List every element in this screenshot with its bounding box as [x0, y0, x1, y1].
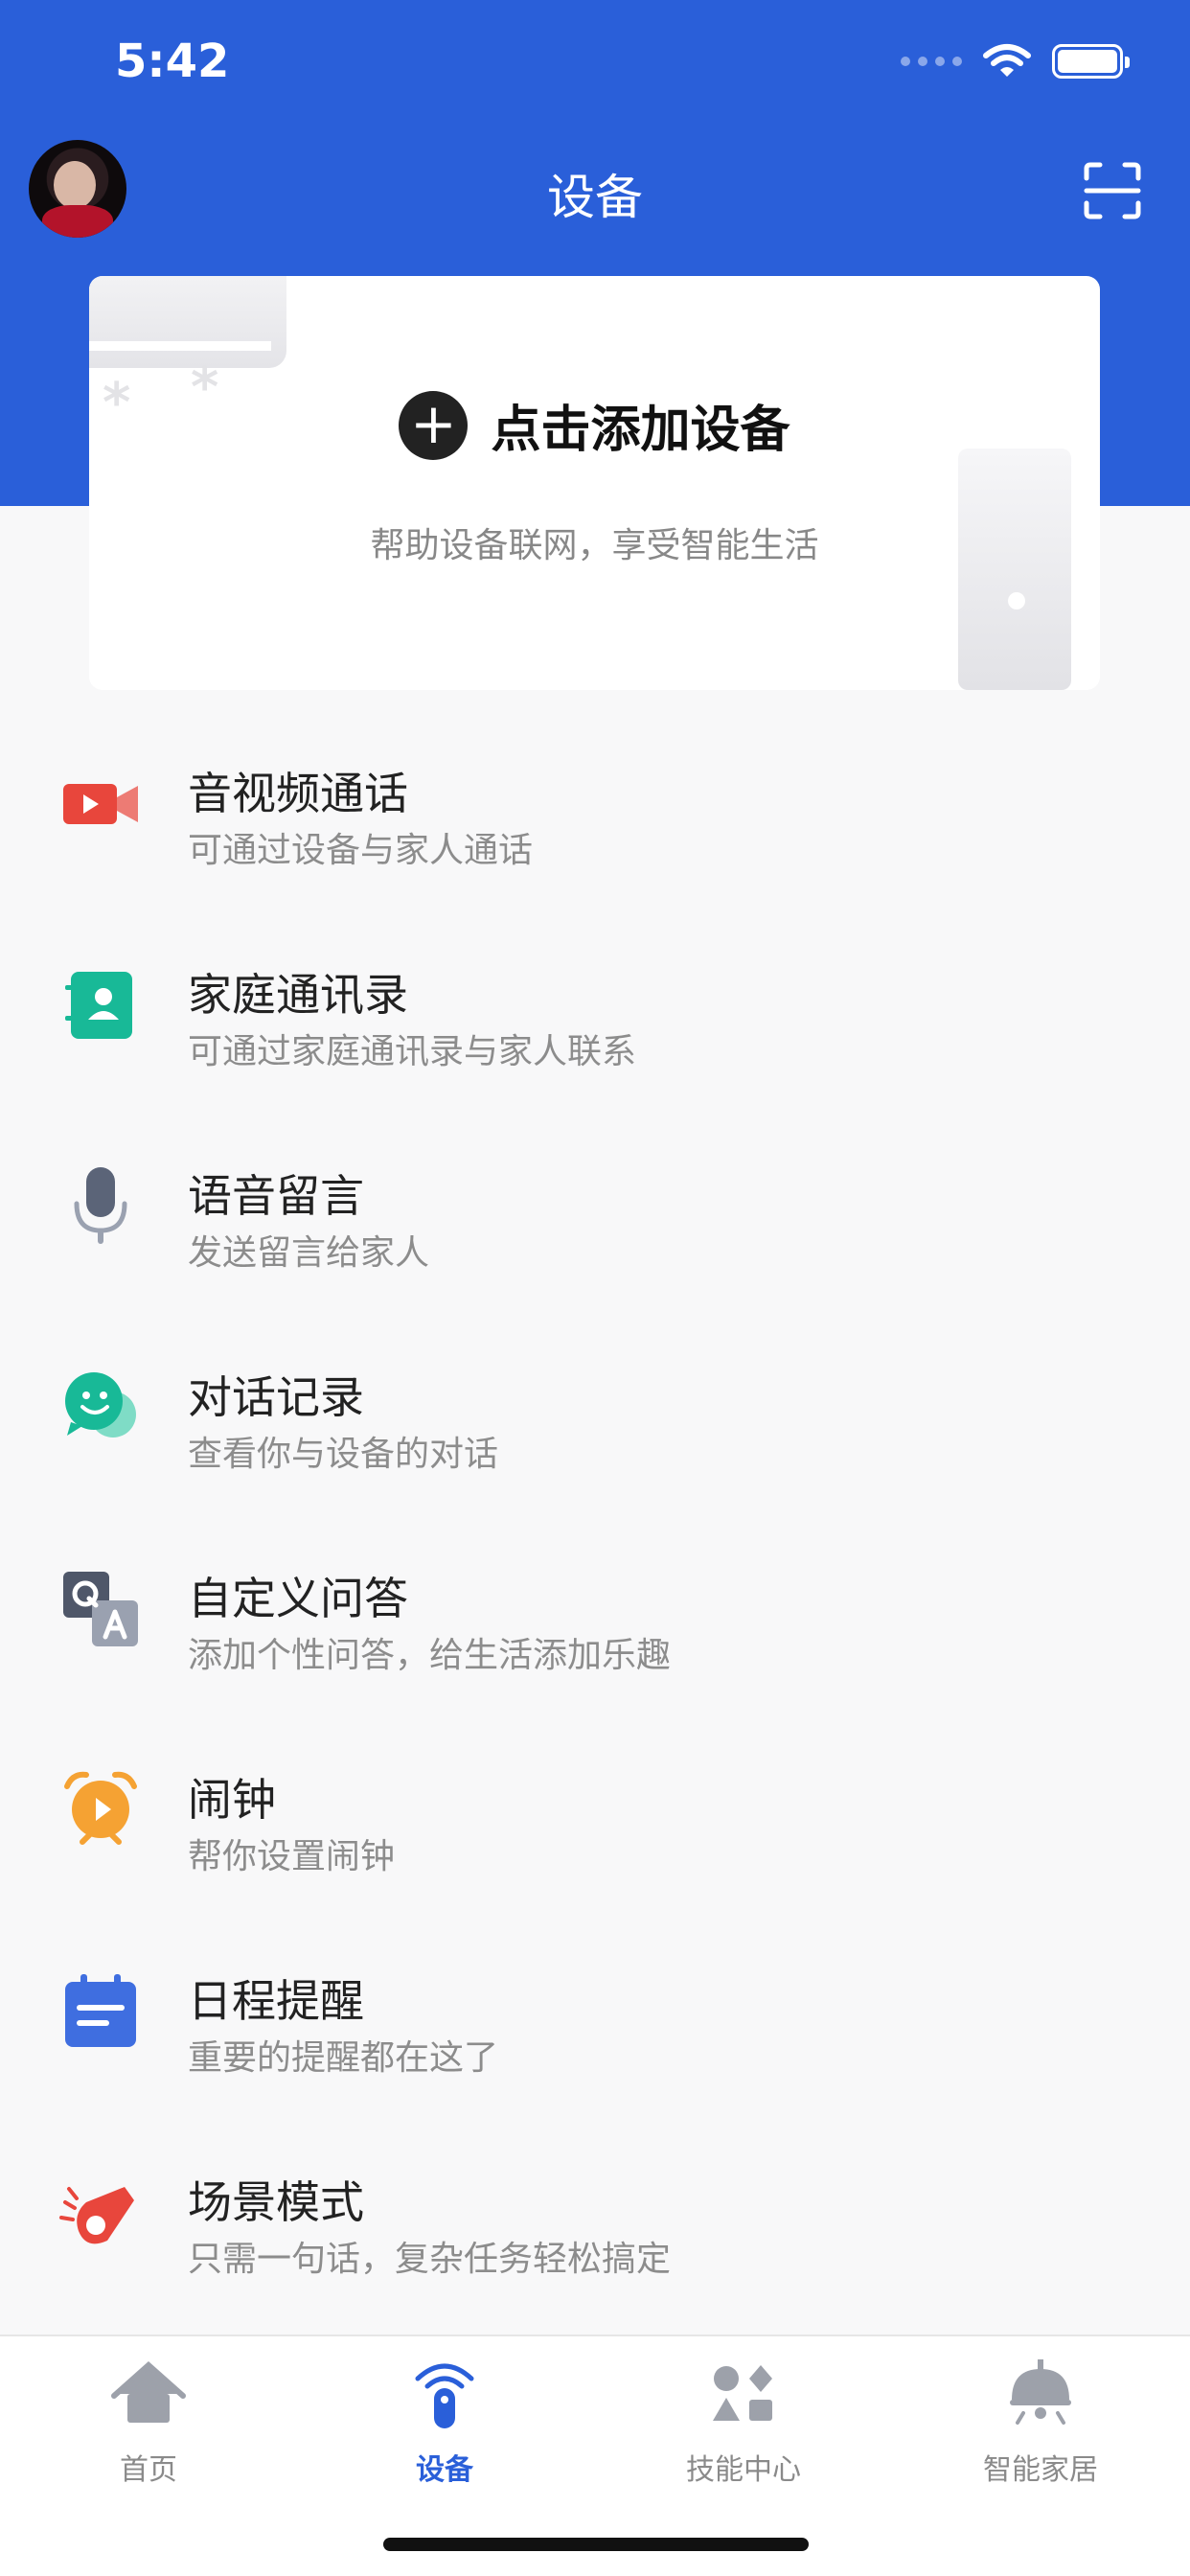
tab-home[interactable]: 首页	[53, 2356, 244, 2488]
status-time: 5:42	[115, 34, 230, 88]
scan-icon[interactable]	[1083, 161, 1142, 220]
tab-label: 设备	[416, 2453, 473, 2487]
signal-icon	[901, 57, 962, 66]
feature-list: 音视频通话 可通过设备与家人通话 家庭通讯录 可通过家庭通讯录与家人联系 语音留…	[0, 711, 1190, 2321]
video-call-icon	[63, 784, 138, 824]
menu-item-title: 场景模式	[188, 2176, 364, 2228]
menu-item-title: 家庭通讯录	[188, 969, 408, 1021]
menu-item-alarm[interactable]: 闹钟 帮你设置闹钟	[0, 1717, 1190, 1919]
wifi-icon	[983, 44, 1031, 77]
menu-item-schedule[interactable]: 日程提醒 重要的提醒都在这了	[0, 1919, 1190, 2120]
menu-item-subtitle: 帮你设置闹钟	[188, 1837, 396, 1876]
battery-icon	[1052, 44, 1130, 79]
chat-icon	[65, 1372, 136, 1438]
tab-label: 智能家居	[983, 2453, 1098, 2487]
scene-icon	[59, 2187, 134, 2244]
home-icon	[111, 2360, 186, 2423]
status-indicators	[901, 42, 1130, 80]
home-indicator	[383, 2538, 809, 2551]
contacts-icon	[65, 972, 132, 1039]
menu-item-subtitle: 重要的提醒都在这了	[188, 2038, 499, 2078]
menu-item-title: 对话记录	[188, 1371, 364, 1423]
menu-item-subtitle: 发送留言给家人	[188, 1233, 430, 1273]
menu-item-voice-message[interactable]: 语音留言 发送留言给家人	[0, 1114, 1190, 1315]
menu-item-custom-qa[interactable]: 自定义问答 添加个性问答，给生活添加乐趣	[0, 1516, 1190, 1717]
menu-item-subtitle: 可通过设备与家人通话	[188, 831, 534, 870]
tab-device[interactable]: 设备	[349, 2356, 540, 2488]
tab-skills[interactable]: 技能中心	[648, 2356, 839, 2488]
menu-item-title: 语音留言	[188, 1170, 364, 1222]
menu-item-contacts[interactable]: 家庭通讯录 可通过家庭通讯录与家人联系	[0, 912, 1190, 1114]
add-device-button[interactable]: + 点击添加设备	[89, 389, 1100, 461]
tab-label: 首页	[120, 2453, 177, 2487]
calendar-icon	[65, 1974, 136, 2047]
tab-smart-home[interactable]: 智能家居	[945, 2356, 1136, 2488]
qa-icon	[63, 1572, 138, 1646]
smart-home-icon	[1010, 2359, 1071, 2425]
page-title: 设备	[547, 170, 643, 225]
menu-item-subtitle: 只需一句话，复杂任务轻松搞定	[188, 2240, 672, 2279]
menu-item-title: 音视频通话	[188, 768, 408, 819]
menu-item-chat-history[interactable]: 对话记录 查看你与设备的对话	[0, 1315, 1190, 1516]
menu-item-subtitle: 添加个性问答，给生活添加乐趣	[188, 1636, 672, 1675]
menu-item-subtitle: 查看你与设备的对话	[188, 1435, 499, 1474]
device-icon	[415, 2363, 474, 2428]
menu-item-video-call[interactable]: 音视频通话 可通过设备与家人通话	[0, 711, 1190, 912]
fridge-illustration	[958, 448, 1071, 690]
plus-icon: +	[399, 390, 469, 460]
add-device-label: 点击添加设备	[491, 402, 790, 459]
microphone-icon	[74, 1167, 127, 1244]
menu-item-title: 日程提醒	[188, 1975, 364, 2027]
alarm-icon	[64, 1771, 137, 1845]
tab-label: 技能中心	[686, 2453, 801, 2487]
menu-item-title: 自定义问答	[188, 1573, 408, 1624]
menu-item-scene[interactable]: 场景模式 只需一句话，复杂任务轻松搞定	[0, 2120, 1190, 2321]
skills-icon	[713, 2365, 772, 2421]
add-device-subtitle: 帮助设备联网，享受智能生活	[370, 526, 819, 565]
air-conditioner-illustration	[89, 276, 286, 368]
menu-item-title: 闹钟	[188, 1774, 276, 1826]
menu-item-subtitle: 可通过家庭通讯录与家人联系	[188, 1032, 637, 1071]
add-device-card[interactable]: * * + 点击添加设备 帮助设备联网，享受智能生活	[89, 276, 1100, 690]
